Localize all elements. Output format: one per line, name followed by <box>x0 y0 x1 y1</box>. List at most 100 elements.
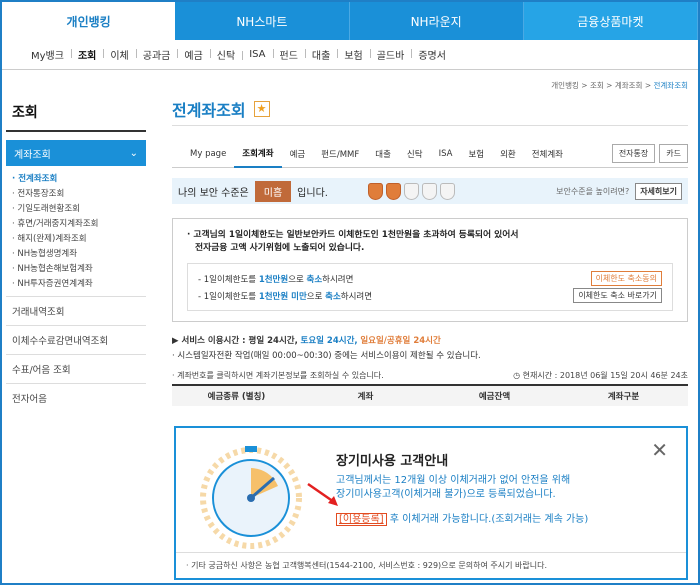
page-title: 전계좌조회 <box>172 100 246 120</box>
shield-icon <box>367 182 383 200</box>
notice-row: - 1일이체한도를 1천만원으로 축소하시려면 이체한도 축소동의 <box>198 270 662 287</box>
clock-icon: ◷ <box>513 371 521 380</box>
tab-mypage[interactable]: My page <box>182 140 234 168</box>
limit-reduce-agree-button[interactable]: 이체한도 축소동의 <box>590 271 662 286</box>
security-level-badge: 미흡 <box>254 180 292 202</box>
breadcrumb: 개인뱅킹 > 조회 > 계좌조회 > 전계좌조회 <box>551 81 689 90</box>
tab-all-accounts[interactable]: 전체계좌 <box>524 140 571 168</box>
tab-buttons: 전자통장 카드 <box>611 144 688 163</box>
close-icon[interactable]: ✕ <box>651 438 668 462</box>
tab-inquiry-accounts[interactable]: 조회계좌 <box>234 140 282 168</box>
subnav-loan[interactable]: 대출 <box>304 47 337 62</box>
subnav-transfer[interactable]: 이체 <box>103 47 135 62</box>
transfer-limit-notice: · 고객님의 1일이체한도는 일반보안카드 이체한도인 1천만원을 초과하여 등… <box>172 218 688 322</box>
page-title-row: 전계좌조회 ★ <box>172 98 688 126</box>
current-time: ◷ 현재시간 : 2018년 06월 15일 20시 46분 24초 <box>513 371 688 380</box>
breadcrumb-item[interactable]: 계좌조회 <box>615 81 643 90</box>
tab-product-market[interactable]: 금융상품마켓 <box>523 2 698 40</box>
subnav-insurance[interactable]: 보험 <box>337 47 369 62</box>
star-icon[interactable]: ★ <box>253 100 270 117</box>
sidebar-sub-closed[interactable]: · 해지(완제)계좌조회 <box>12 232 146 247</box>
subnav-utility[interactable]: 공과금 <box>135 47 178 62</box>
sidebar-item-fee-discount[interactable]: 이체수수료감면내역조회 <box>6 325 146 354</box>
sidebar-sub-nh-nonlife[interactable]: · NH농협손해보험계좌 <box>12 262 146 277</box>
popup-title: 장기미사용 고객안내 <box>336 454 449 469</box>
notice-row-text: - 1일이체한도를 1천만원 미만으로 축소하시려면 <box>198 291 373 302</box>
shield-icon <box>385 182 401 200</box>
sidebar-sub-all-accounts[interactable]: · 전계좌조회 <box>12 172 146 187</box>
popup-message: 고객님께서는 12개월 이상 이체거래가 없어 안전을 위해 장기미사용고객(이… <box>336 475 571 500</box>
breadcrumb-item[interactable]: 개인뱅킹 <box>551 81 579 90</box>
security-detail-button[interactable]: 자세히보기 <box>635 182 682 200</box>
subnav-goldbar[interactable]: 골드바 <box>369 47 412 62</box>
top-nav: 개인뱅킹 NH스마트 NH라운지 금융상품마켓 <box>2 2 698 40</box>
accounts-table-header: 예금종류 (별칭) 계좌 예금잔액 계좌구분 <box>172 384 688 406</box>
main-content: 개인뱅킹 > 조회 > 계좌조회 > 전계좌조회 전계좌조회 ★ My page… <box>172 80 688 406</box>
sidebar-selected-label: 계좌조회 <box>14 149 51 161</box>
sidebar-sub-maturity[interactable]: · 기일도래현황조회 <box>12 202 146 217</box>
sidebar-item-check-inquiry[interactable]: 수표/어음 조회 <box>6 354 146 383</box>
time-row: · 계좌번호를 클릭하시면 계좌기본정보를 조회하실 수 있습니다. ◷ 현재시… <box>172 370 688 384</box>
tab-fund-mmf[interactable]: 펀드/MMF <box>313 140 367 168</box>
tab-trust[interactable]: 신탁 <box>399 140 431 168</box>
arrow-annotation-icon <box>307 482 338 506</box>
dormant-customer-popup: ✕ 장기미사용 고객안내 고객님께서는 12개월 이상 이체거래가 없어 안전을… <box>174 426 688 580</box>
col-balance: 예금잔액 <box>478 392 511 402</box>
tab-personal-banking[interactable]: 개인뱅킹 <box>2 2 176 40</box>
sidebar-item-e-bill[interactable]: 전자어음 <box>6 383 146 412</box>
sidebar-item-transactions[interactable]: 거래내역조회 <box>6 296 146 325</box>
subnav-trust[interactable]: 신탁 <box>209 47 242 62</box>
security-label: 나의 보안 수준은 <box>178 187 249 199</box>
col-account-class: 계좌구분 <box>607 392 640 402</box>
subnav-certificate[interactable]: 증명서 <box>411 47 453 62</box>
register-use-link[interactable]: [이용등록] <box>336 513 387 526</box>
shield-icon <box>421 182 437 200</box>
clock-illustration-icon <box>200 446 302 549</box>
popup-action-line: [이용등록] 후 이체거래 가능합니다.(조회거래는 계속 가능) <box>336 510 588 526</box>
tab-isa[interactable]: ISA <box>431 140 461 168</box>
notice-line1: · 고객님의 1일이체한도는 일반보안카드 이체한도인 1천만원을 초과하여 등… <box>187 230 519 240</box>
subnav-mybank[interactable]: My뱅크 <box>24 47 71 62</box>
limit-reduce-goto-button[interactable]: 이체한도 축소 바로가기 <box>573 288 662 303</box>
notice-row: - 1일이체한도를 1천만원 미만으로 축소하시려면 이체한도 축소 바로가기 <box>198 287 662 304</box>
tab-insurance[interactable]: 보험 <box>460 140 492 168</box>
sidebar-sub-nh-securities[interactable]: · NH투자증권연계계좌 <box>12 277 146 292</box>
e-passbook-button[interactable]: 전자통장 <box>611 144 656 163</box>
tab-forex[interactable]: 외환 <box>492 140 524 168</box>
account-click-hint: · 계좌번호를 클릭하시면 계좌기본정보를 조회하실 수 있습니다. <box>172 371 384 380</box>
notice-options: - 1일이체한도를 1천만원으로 축소하시려면 이체한도 축소동의 - 1일이체… <box>187 263 673 311</box>
service-info: ▶ 서비스 이용시간 : 평일 24시간, 토요일 24시간, 일요일/공휴일 … <box>172 334 688 364</box>
tab-deposit[interactable]: 예금 <box>282 140 314 168</box>
tab-nh-lounge[interactable]: NH라운지 <box>350 2 524 40</box>
chevron-down-icon: ⌄ <box>129 147 138 159</box>
subnav-isa[interactable]: ISA <box>242 49 272 60</box>
card-button[interactable]: 카드 <box>659 144 688 163</box>
sidebar-submenu: · 전계좌조회 · 전자통장조회 · 기일도래현황조회 · 휴면/거래중지계좌조… <box>6 166 146 296</box>
account-tabs: My page 조회계좌 예금 펀드/MMF 대출 신탁 ISA 보험 외환 전… <box>172 140 688 168</box>
tab-loan[interactable]: 대출 <box>367 140 399 168</box>
sidebar-item-account-inquiry[interactable]: 계좌조회 ⌄ <box>6 140 146 166</box>
subnav-deposit[interactable]: 예금 <box>177 47 209 62</box>
sidebar-sub-e-passbook[interactable]: · 전자통장조회 <box>12 187 146 202</box>
sidebar-sub-dormant[interactable]: · 휴면/거래중지계좌조회 <box>12 217 146 232</box>
shield-icon <box>439 182 455 200</box>
notice-line2: 전자금융 고액 사기위험에 노출되어 있습니다. <box>195 243 365 253</box>
security-shields <box>367 182 455 200</box>
security-hint: 보안수준을 높이려면? <box>556 186 630 196</box>
subnav-fund[interactable]: 펀드 <box>272 47 305 62</box>
subnav-inquiry[interactable]: 조회 <box>70 47 103 62</box>
col-account: 계좌 <box>357 392 374 402</box>
security-level-bar: 나의 보안 수준은 미흡 입니다. 보안수준을 높이려면? 자세히보기 <box>172 178 688 204</box>
popup-footer: · 기타 궁금하신 사항은 농협 고객행복센터(1544-2100, 서비스번호… <box>176 552 686 578</box>
system-notice: · 시스템일자전환 작업(매일 00:00~00:30) 중에는 서비스이용이 … <box>172 351 481 361</box>
sub-nav: My뱅크 조회 이체 공과금 예금 신탁 ISA 펀드 대출 보험 골드바 증명… <box>2 40 698 70</box>
sidebar-title: 조회 <box>6 92 146 132</box>
security-suffix: 입니다. <box>297 187 328 199</box>
notice-row-text: - 1일이체한도를 1천만원으로 축소하시려면 <box>198 274 354 285</box>
tab-nh-smart[interactable]: NH스마트 <box>175 2 350 40</box>
service-hours: ▶ 서비스 이용시간 : 평일 24시간, 토요일 24시간, 일요일/공휴일 … <box>172 336 441 346</box>
shield-icon <box>403 182 419 200</box>
breadcrumb-item[interactable]: 조회 <box>590 81 604 90</box>
sidebar-sub-nh-life[interactable]: · NH농협생명계좌 <box>12 247 146 262</box>
breadcrumb-current: 전계좌조회 <box>653 81 689 90</box>
